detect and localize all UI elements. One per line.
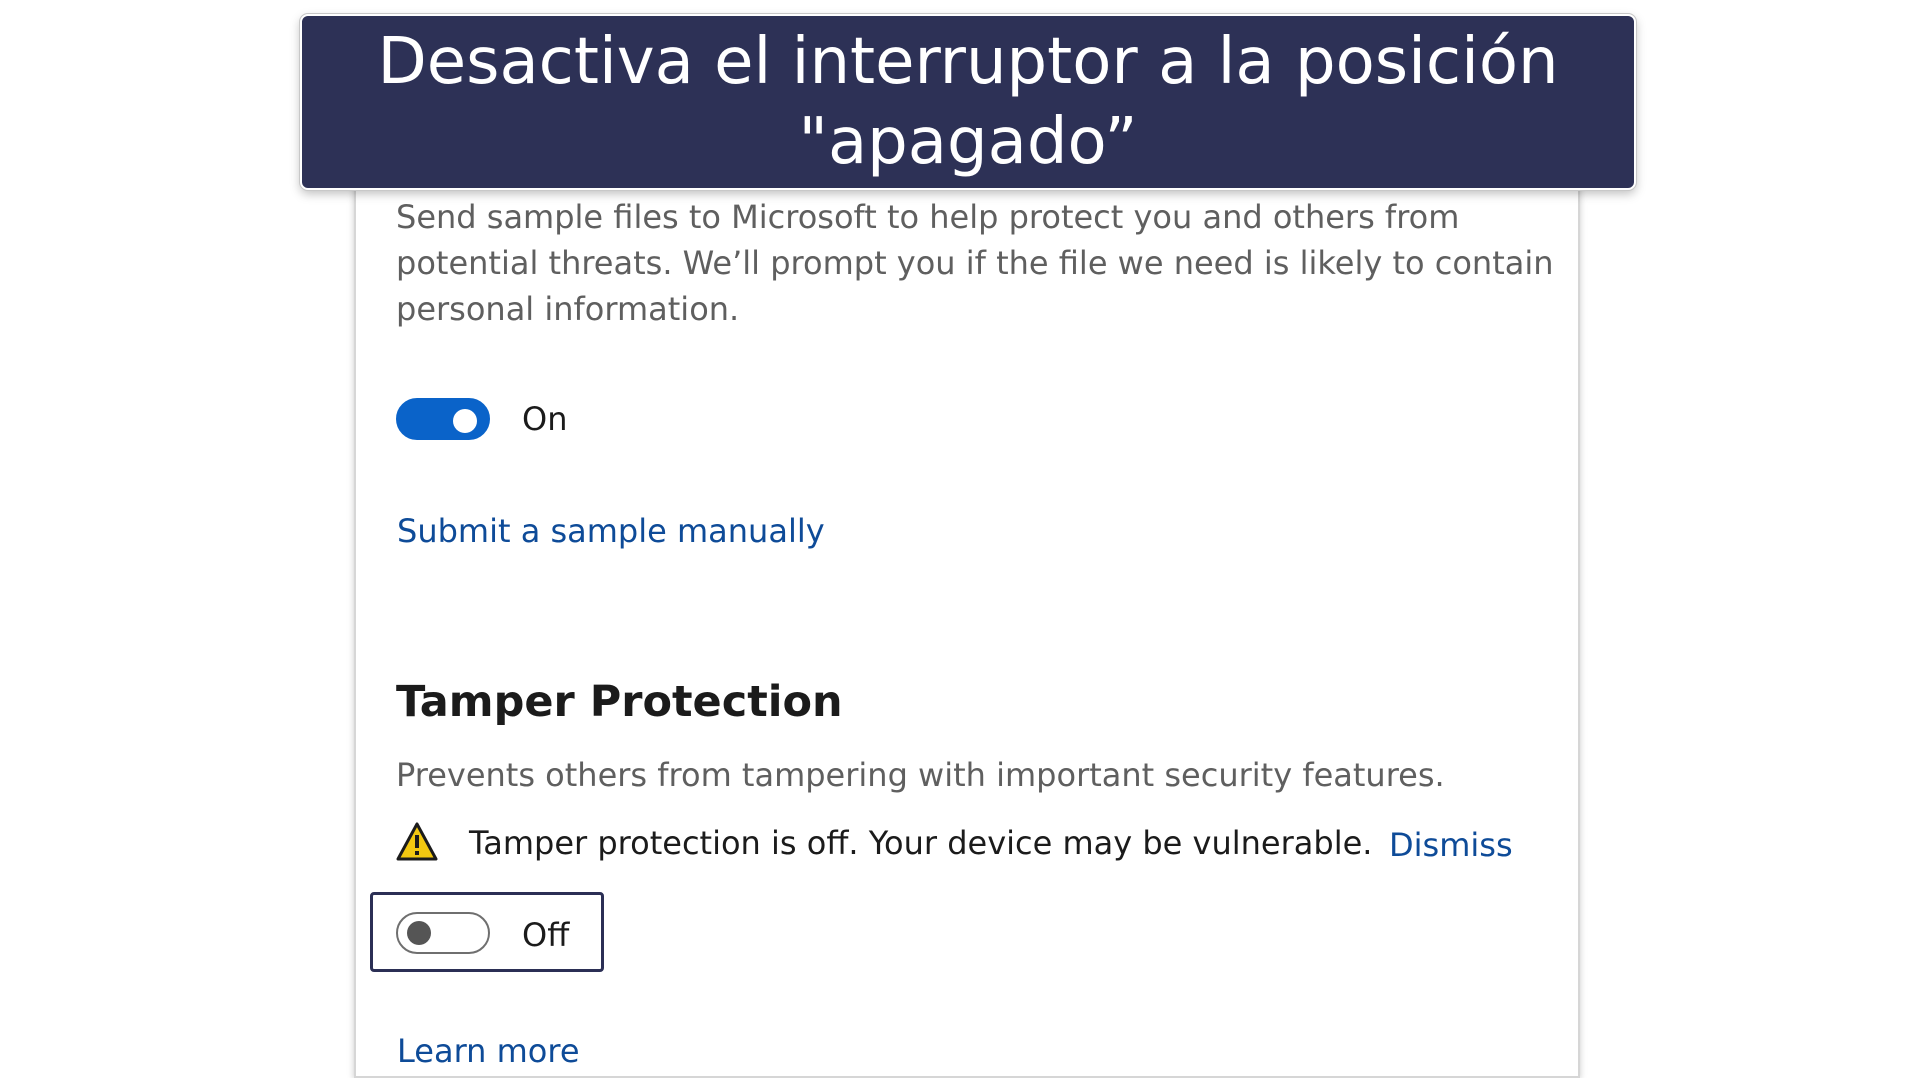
tamper-protection-description: Prevents others from tampering with impo… [396, 756, 1445, 794]
banner-caption: Desactiva el interruptor a la posición "… [377, 25, 1559, 179]
tamper-protection-title: Tamper Protection [396, 677, 843, 727]
settings-panel: Send sample files to Microsoft to help p… [354, 150, 1580, 1078]
toggle-knob [407, 921, 431, 945]
sample-submission-description: Send sample files to Microsoft to help p… [396, 198, 1554, 328]
submit-sample-link[interactable]: Submit a sample manually [397, 510, 825, 552]
sample-submission-toggle-label: On [522, 400, 568, 438]
warning-triangle-icon [396, 822, 438, 861]
tamper-protection-toggle-label: Off [522, 916, 570, 954]
toggle-knob [453, 409, 477, 433]
learn-more-link[interactable]: Learn more [397, 1030, 580, 1072]
tamper-protection-toggle[interactable] [396, 912, 490, 954]
dismiss-link[interactable]: Dismiss [1389, 824, 1513, 866]
screenshot-stage: Send sample files to Microsoft to help p… [0, 0, 1919, 1078]
tamper-warning-text: Tamper protection is off. Your device ma… [469, 824, 1373, 862]
sample-submission-toggle[interactable] [396, 398, 490, 440]
instruction-banner: Desactiva el interruptor a la posición "… [300, 14, 1636, 190]
